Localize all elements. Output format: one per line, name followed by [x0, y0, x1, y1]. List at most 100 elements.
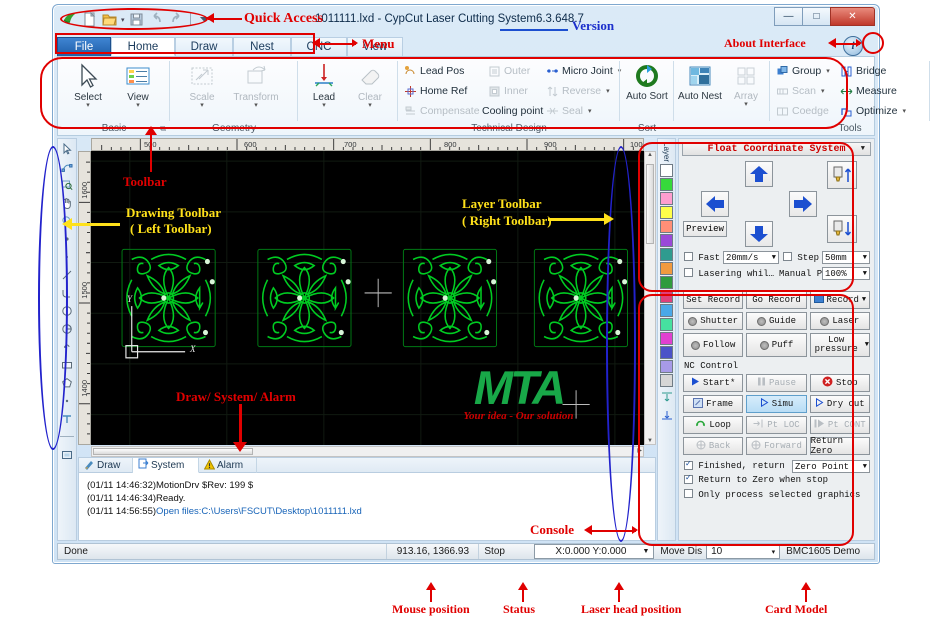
close-button[interactable]: ✕	[830, 7, 875, 26]
console-line-time: (01/11 14:46:32)	[87, 480, 156, 491]
scroll-thumb-horizontal[interactable]	[93, 448, 253, 455]
ribbon-measure-button[interactable]: Measure	[840, 83, 897, 99]
annotation-drawing-toolbar-line2: ( Left Toolbar)	[130, 221, 212, 237]
annotation-box-toolbar	[40, 57, 848, 129]
maximize-button[interactable]: □	[802, 7, 831, 26]
annotation-draw-system-alarm: Draw/ System/ Alarm	[176, 389, 296, 405]
annotation-ellipse-left-toolbar	[38, 146, 68, 450]
record-dropdown-icon[interactable]: ▼	[862, 296, 866, 304]
optimize-label: Optimize	[856, 105, 897, 117]
mta-logo-tagline: Your idea - Our solution	[426, 410, 611, 422]
annotation-drawing-toolbar-line1: Drawing Toolbar	[126, 205, 221, 221]
console-line-time: (01/11 14:56:55)	[87, 506, 156, 517]
chevron-down-icon[interactable]: ▼	[863, 463, 867, 471]
annotation-layer-toolbar-line1: Layer Toolbar	[462, 196, 542, 212]
divider-icon	[58, 428, 76, 445]
crosshair-marker	[365, 279, 392, 307]
ruler-vertical: 1600 1500 1400	[78, 151, 91, 445]
ruler-v-label-1400: 1400	[80, 380, 89, 397]
console-tabs[interactable]: Draw System Alarm	[79, 458, 655, 473]
status-state: Done	[58, 546, 386, 557]
annotation-box-menu	[55, 33, 315, 54]
window-controls[interactable]: ― □ ✕	[775, 7, 875, 26]
window-title: 1011111.lxd - CypCut Laser Cutting Syste…	[315, 13, 584, 25]
move-dis-label: Move Dis	[660, 546, 702, 557]
motif-1	[122, 249, 215, 346]
console-line: (01/11 14:46:32)MotionDrv $Rev: 199 $	[87, 479, 649, 492]
select-arrow-icon[interactable]	[58, 140, 76, 157]
annotation-arrow-layer-toolbar	[604, 213, 614, 225]
mta-logo-text: MTA	[426, 366, 611, 410]
canvas-scrollbar-horizontal[interactable]: ▶	[91, 446, 644, 457]
console-line: (01/11 14:46:34)Ready.	[87, 492, 649, 505]
frame-icon[interactable]	[58, 446, 76, 463]
axis-x-label: X	[190, 344, 196, 354]
annotation-line-drawing-toolbar	[72, 223, 120, 226]
console-line-time: (01/11 14:46:34)	[87, 493, 156, 504]
mta-logo: MTA Your idea - Our solution	[426, 366, 611, 422]
fcs-dropdown-icon[interactable]: ▼	[861, 145, 865, 153]
minimize-button[interactable]: ―	[774, 7, 803, 26]
annotation-layer-toolbar-line2: ( Right Toolbar)	[462, 213, 552, 229]
annotation-arrow-menu-left	[312, 38, 320, 48]
draw-icon	[84, 459, 95, 473]
ruler-v-label-1500: 1500	[80, 282, 89, 299]
ruler-h-label-600: 600	[244, 140, 257, 149]
chevron-down-icon[interactable]: ▼	[863, 254, 867, 262]
low-pressure-dropdown-icon[interactable]: ▼	[865, 341, 869, 349]
console-tab-alarm[interactable]: Alarm	[199, 458, 257, 473]
annotation-line-status	[522, 588, 524, 602]
console-tab-system-label: System	[151, 460, 184, 471]
status-mouse-position: 913.16, 1366.93	[386, 544, 478, 559]
annotation-line-menu	[316, 43, 356, 45]
annotation-mouse-position: Mouse position	[392, 602, 470, 617]
annotation-line-card-model	[805, 588, 807, 602]
annotation-version: Version	[572, 18, 614, 34]
annotation-box-float-coordinate	[638, 142, 854, 292]
annotation-arrow-about-left	[828, 38, 836, 48]
annotation-quick-access: Quick Access	[244, 11, 323, 27]
annotation-arrow-menu-right	[352, 39, 358, 47]
annotation-laser-head-position: Laser head position	[581, 602, 681, 617]
canvas-area: 500 600 700 800 900 1000 1600 1500 1400	[78, 138, 656, 541]
annotation-arrow-draw-system-alarm	[233, 442, 247, 452]
ruler-h-label-900: 900	[544, 140, 557, 149]
annotation-menu: Menu	[362, 36, 395, 52]
annotation-ellipse-quick-access	[60, 8, 208, 30]
console-tab-system[interactable]: System	[133, 458, 199, 473]
optimize-dropdown-icon[interactable]: ▾	[902, 107, 906, 115]
console-line: (01/11 14:56:55)Open files:C:\Users\FSCU…	[87, 505, 649, 518]
measure-label: Measure	[856, 85, 897, 97]
chevron-down-icon[interactable]: ▼	[642, 548, 649, 555]
console-log: (01/11 14:46:32)MotionDrv $Rev: 199 $ (0…	[79, 473, 655, 518]
laser-head-position-select[interactable]: X:0.000 Y:0.000 ▼	[534, 544, 654, 559]
ruler-h-label-800: 800	[444, 140, 457, 149]
status-machine-state: Stop	[478, 544, 524, 559]
console-line-link[interactable]: Open files:C:\Users\FSCUT\Desktop\101111…	[156, 506, 362, 517]
ribbon-group-params: Layer ▾ Params	[930, 57, 938, 135]
alarm-icon	[204, 459, 215, 473]
status-card-model: BMC1605 Demo	[786, 546, 874, 557]
move-dis-input[interactable]: 10 ▾	[706, 544, 780, 559]
chevron-down-icon[interactable]: ▼	[863, 270, 867, 278]
annotation-ellipse-layer-toolbar	[606, 146, 636, 542]
system-icon	[138, 458, 149, 472]
annotation-ellipse-about	[862, 32, 884, 54]
annotation-box-console	[638, 294, 854, 546]
ruler-h-ticks	[92, 139, 643, 151]
annotation-underline-version	[500, 29, 568, 31]
console-tab-draw-label: Draw	[97, 460, 120, 471]
axis-y-label: Y	[127, 294, 132, 304]
drawing-canvas[interactable]: Y X MTA Your idea - Our solution	[91, 151, 644, 445]
annotation-line-mouse-position	[430, 588, 432, 602]
console-tab-draw[interactable]: Draw	[79, 458, 133, 473]
annotation-line-draw-system-alarm	[239, 404, 242, 444]
ribbon-optimize-button[interactable]: Optimize ▾	[840, 103, 906, 119]
motif-3	[403, 249, 496, 346]
ruler-v-label-1600: 1600	[80, 182, 89, 199]
console-line-text: Ready.	[156, 493, 185, 504]
annotation-arrow-laser-head	[614, 582, 624, 590]
ribbon-group-params-label: Params	[930, 123, 938, 134]
console-line-text: MotionDrv $Rev: 199 $	[156, 480, 253, 491]
chevron-down-icon[interactable]: ▾	[772, 548, 776, 556]
